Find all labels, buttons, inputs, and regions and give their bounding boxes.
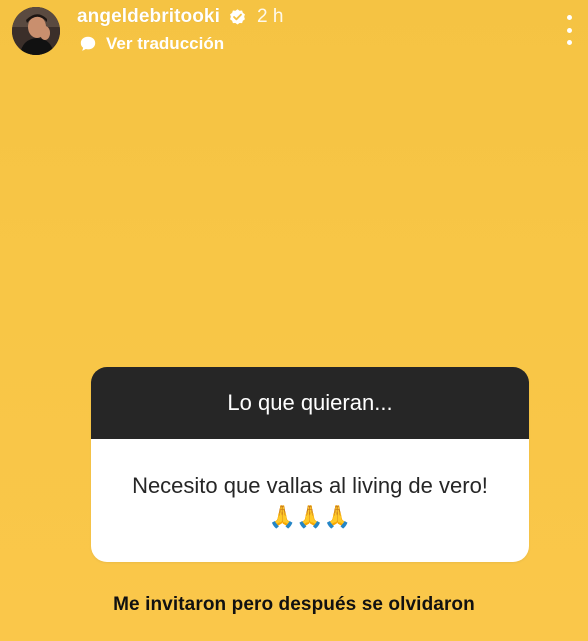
story-viewer[interactable]: angeldebritooki 2 h Ver traducción Lo qu…	[0, 0, 588, 641]
sticker-header: Lo que quieran...	[91, 367, 529, 439]
question-sticker[interactable]: Lo que quieran... Necesito que vallas al…	[91, 367, 529, 562]
more-dot	[566, 40, 572, 45]
story-header: angeldebritooki 2 h	[77, 4, 283, 30]
sticker-question: Lo que quieran...	[227, 390, 393, 415]
translate-label: Ver traducción	[106, 34, 225, 53]
username[interactable]: angeldebritooki	[77, 6, 220, 28]
more-options-icon[interactable]	[562, 15, 576, 45]
more-dot	[566, 15, 572, 20]
translate-button[interactable]: Ver traducción	[79, 34, 224, 54]
sticker-answer: Necesito que vallas al living de vero! 🙏…	[132, 472, 488, 529]
more-dot	[566, 27, 572, 33]
story-caption: Me invitaron pero después se olvidaron	[113, 594, 475, 615]
sticker-body: Necesito que vallas al living de vero! 🙏…	[91, 439, 529, 562]
story-time: 2 h	[256, 6, 284, 27]
avatar[interactable]	[12, 7, 60, 55]
verified-icon	[228, 8, 247, 27]
speech-bubble-icon	[79, 35, 97, 53]
